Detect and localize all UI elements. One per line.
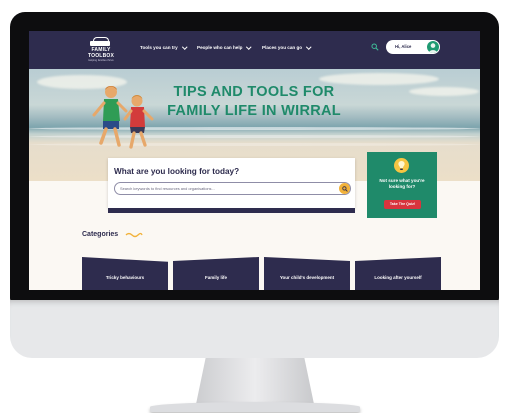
hero-title-line-2: FAMILY LIFE IN WIRRAL	[167, 103, 341, 119]
category-card-your-childs-development[interactable]: Your child's development	[264, 257, 350, 290]
hero-title-line-1: TIPS AND TOOLS FOR	[173, 84, 335, 100]
hero-title: TIPS AND TOOLS FOR FAMILY LIFE IN WIRRAL	[139, 83, 369, 121]
logo-tagline: Helping families thrive	[88, 59, 114, 62]
take-the-quiz-button[interactable]: Take The Quiz!	[384, 200, 421, 209]
search-panel: What are you looking for today? Search k…	[108, 158, 355, 213]
category-card-looking-after-yourself[interactable]: Looking after yourself	[355, 257, 441, 290]
cloud	[409, 87, 479, 96]
quiz-prompt: Not sure what you're looking for?	[379, 178, 425, 189]
search-icon	[341, 185, 348, 192]
chevron-down-icon	[246, 44, 252, 49]
user-account-button[interactable]: Hi, Alice	[386, 40, 440, 54]
nav-label: People who can help	[197, 45, 243, 50]
category-card-family-life[interactable]: Family life	[173, 257, 259, 290]
search-placeholder: Search keywords to find resources and or…	[120, 185, 215, 191]
search-heading: What are you looking for today?	[114, 167, 240, 176]
chevron-down-icon	[306, 44, 312, 49]
category-label: Looking after yourself	[374, 275, 422, 280]
nav-places-you-can-go[interactable]: Places you can go	[262, 44, 312, 50]
lightbulb-icon	[394, 158, 409, 173]
nav-label: Tools you can try	[140, 45, 178, 50]
website-screen: FAMILY TOOLBOX Helping families thrive T…	[29, 31, 480, 290]
chevron-down-icon	[181, 44, 187, 49]
category-label: Tricky behaviours	[105, 275, 145, 280]
site-header: FAMILY TOOLBOX Helping families thrive T…	[29, 31, 480, 69]
toolbox-logo-icon	[90, 37, 112, 47]
user-name: Hi, Alice	[395, 44, 412, 49]
squiggle-icon	[125, 232, 143, 238]
category-label: Your child's development	[279, 275, 335, 280]
search-icon[interactable]	[371, 43, 379, 51]
monitor-stand-base	[150, 402, 360, 412]
monitor-chin	[10, 300, 499, 358]
category-card-tricky-behaviours[interactable]: Tricky behaviours	[82, 257, 168, 290]
search-submit-button[interactable]	[339, 183, 350, 194]
quiz-card: Not sure what you're looking for? Take T…	[367, 152, 437, 218]
nav-tools-you-can-try[interactable]: Tools you can try	[140, 44, 187, 50]
categories-heading: Categories	[82, 231, 119, 238]
avatar-icon	[427, 41, 439, 53]
nav-label: Places you can go	[262, 45, 303, 50]
category-label: Family life	[204, 275, 227, 280]
site-logo[interactable]: FAMILY TOOLBOX Helping families thrive	[85, 37, 117, 63]
monitor-stand-neck	[195, 358, 315, 408]
search-input[interactable]: Search keywords to find resources and or…	[114, 182, 351, 195]
nav-people-who-can-help[interactable]: People who can help	[197, 44, 252, 50]
